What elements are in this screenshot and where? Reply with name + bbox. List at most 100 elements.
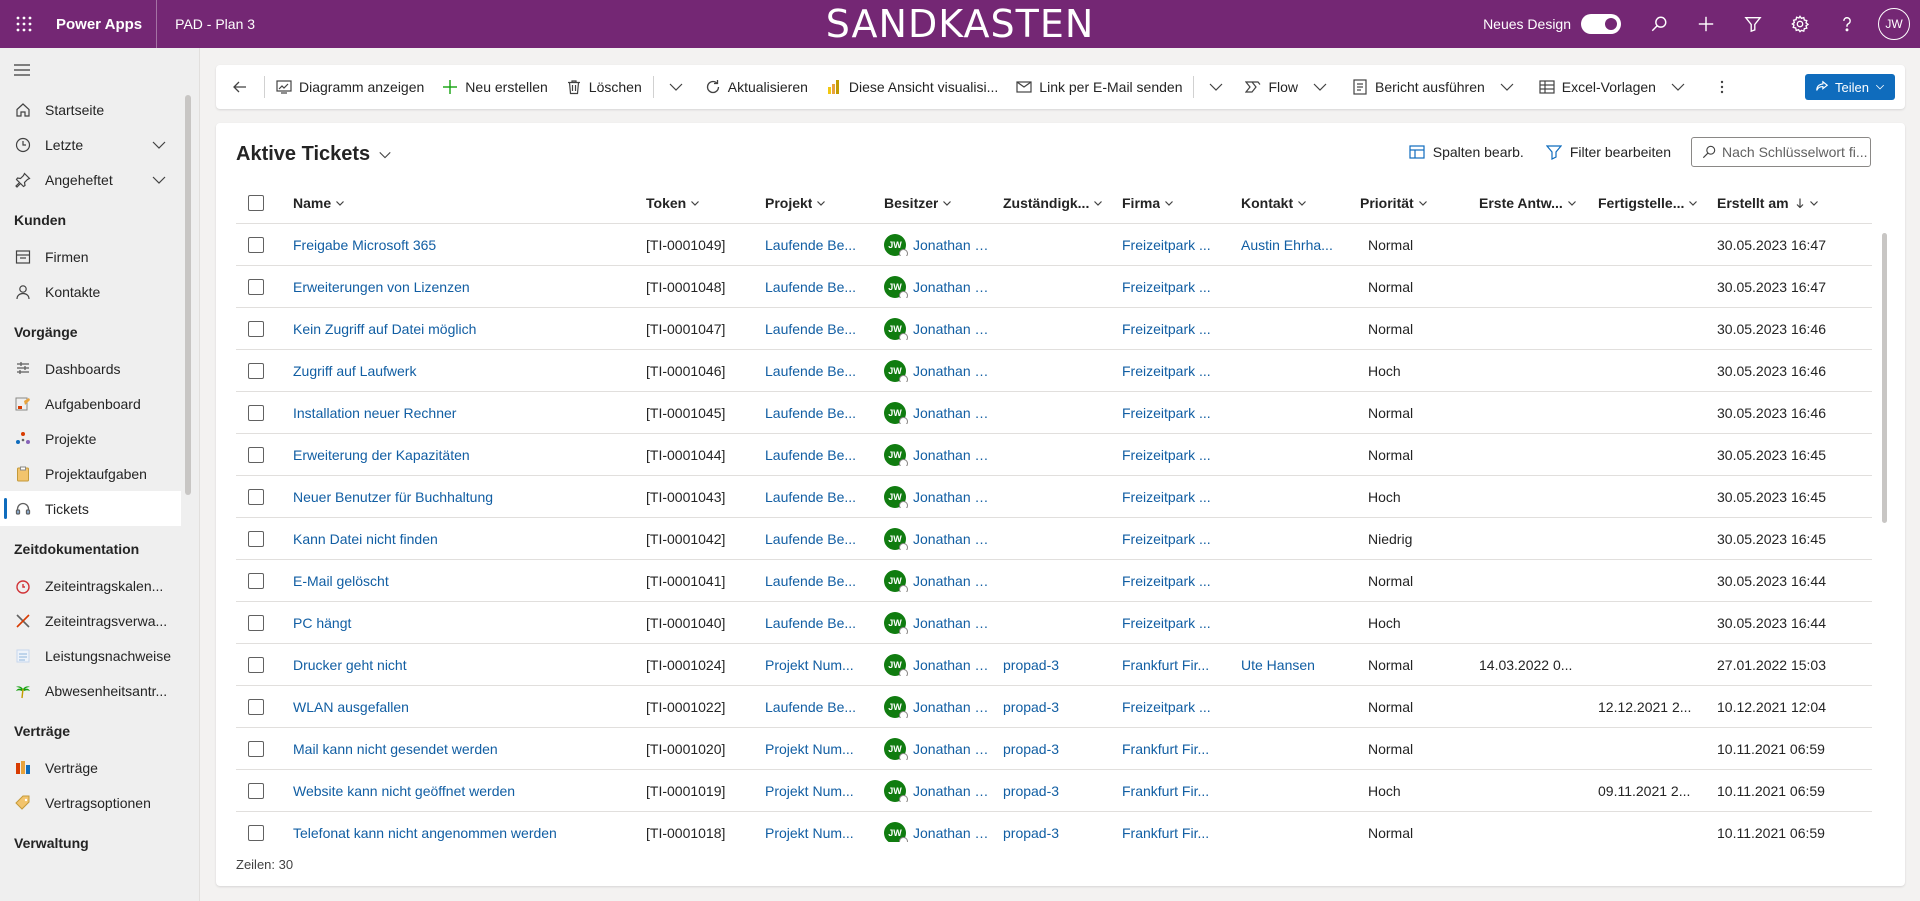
cell-name[interactable]: E-Mail gelöscht xyxy=(293,573,646,589)
row-checkbox[interactable] xyxy=(236,236,293,253)
row-checkbox[interactable] xyxy=(236,404,293,421)
cell-name[interactable]: Kein Zugriff auf Datei möglich xyxy=(293,321,646,337)
cell-name[interactable]: Erweiterungen von Lizenzen xyxy=(293,279,646,295)
filter-icon[interactable] xyxy=(1729,0,1776,48)
cell-kontakt[interactable]: Ute Hansen xyxy=(1241,657,1360,673)
cell-zust[interactable]: propad-3 xyxy=(1003,657,1122,673)
cell-projekt[interactable]: Laufende Be... xyxy=(765,363,884,379)
cell-projekt[interactable]: Projekt Num... xyxy=(765,657,884,673)
cell-name[interactable]: Freigabe Microsoft 365 xyxy=(293,237,646,253)
cell-firma[interactable]: Frankfurt Fir... xyxy=(1122,741,1241,757)
back-button[interactable] xyxy=(216,65,262,109)
gear-icon[interactable] xyxy=(1776,0,1823,48)
cell-name[interactable]: Mail kann nicht gesendet werden xyxy=(293,741,646,757)
column-header-zustaendigkeit[interactable]: Zuständigk... xyxy=(1003,195,1122,211)
cell-projekt[interactable]: Projekt Num... xyxy=(765,741,884,757)
cell-kontakt[interactable]: Austin Ehrha... xyxy=(1241,237,1360,253)
cell-owner[interactable]: JW Jonathan W... xyxy=(884,401,1003,424)
cell-name[interactable]: Kann Datei nicht finden xyxy=(293,531,646,547)
row-checkbox[interactable] xyxy=(236,572,293,589)
cell-owner[interactable]: JW Jonathan W... xyxy=(884,779,1003,802)
cell-projekt[interactable]: Projekt Num... xyxy=(765,783,884,799)
cell-firma[interactable]: Freizeitpark ... xyxy=(1122,573,1241,589)
app-name[interactable]: Power Apps xyxy=(48,0,158,48)
owner-link[interactable]: Jonathan W... xyxy=(913,741,995,757)
cell-projekt[interactable]: Laufende Be... xyxy=(765,237,884,253)
row-checkbox[interactable] xyxy=(236,782,293,799)
cell-projekt[interactable]: Laufende Be... xyxy=(765,489,884,505)
cell-projekt[interactable]: Laufende Be... xyxy=(765,573,884,589)
cell-name[interactable]: Zugriff auf Laufwerk xyxy=(293,363,646,379)
cell-name[interactable]: WLAN ausgefallen xyxy=(293,699,646,715)
chevron-down-icon[interactable] xyxy=(151,172,167,188)
chevron-down-icon[interactable] xyxy=(151,137,167,153)
excel-templates-button[interactable]: Excel-Vorlagen xyxy=(1530,65,1695,109)
column-header-erste-antwort[interactable]: Erste Antw... xyxy=(1479,195,1598,211)
cell-owner[interactable]: JW Jonathan W... xyxy=(884,653,1003,676)
cell-owner[interactable]: JW Jonathan W... xyxy=(884,695,1003,718)
row-checkbox[interactable] xyxy=(236,278,293,295)
table-row[interactable]: Kann Datei nicht finden [TI-0001042] Laufe… xyxy=(236,518,1872,560)
row-checkbox[interactable] xyxy=(236,320,293,337)
cell-firma[interactable]: Freizeitpark ... xyxy=(1122,405,1241,421)
cell-projekt[interactable]: Laufende Be... xyxy=(765,699,884,715)
sidebar-item-leistungsnachweise[interactable]: Leistungsnachweise xyxy=(0,638,199,673)
view-selector[interactable]: Aktive Tickets xyxy=(236,143,392,166)
cell-owner[interactable]: JW Jonathan W... xyxy=(884,233,1003,256)
table-row[interactable]: Installation neuer Rechner [TI-0001045] La… xyxy=(236,392,1872,434)
owner-link[interactable]: Jonathan W... xyxy=(913,363,995,379)
table-row[interactable]: Kein Zugriff auf Datei möglich [TI-000104… xyxy=(236,308,1872,350)
cell-zust[interactable]: propad-3 xyxy=(1003,825,1122,841)
more-actions-dropdown[interactable] xyxy=(656,65,696,109)
column-header-fertigstellen[interactable]: Fertigstelle... xyxy=(1598,195,1717,211)
run-report-button[interactable]: Bericht ausführen xyxy=(1343,65,1524,109)
table-row[interactable]: E-Mail gelöscht [TI-0001041] Laufende Be..… xyxy=(236,560,1872,602)
column-header-token[interactable]: Token xyxy=(646,195,765,211)
cell-owner[interactable]: JW Jonathan W... xyxy=(884,443,1003,466)
owner-link[interactable]: Jonathan W... xyxy=(913,699,995,715)
cell-owner[interactable]: JW Jonathan W... xyxy=(884,275,1003,298)
search-icon[interactable] xyxy=(1635,0,1682,48)
cell-owner[interactable]: JW Jonathan W... xyxy=(884,821,1003,842)
new-design-toggle[interactable] xyxy=(1581,14,1621,34)
sidebar-item-letzte[interactable]: Letzte xyxy=(0,127,199,162)
row-checkbox[interactable] xyxy=(236,740,293,757)
more-commands-button[interactable] xyxy=(1705,65,1739,109)
sidebar-item-firmen[interactable]: Firmen xyxy=(0,239,199,274)
share-button[interactable]: Teilen xyxy=(1805,74,1895,100)
table-row[interactable]: Freigabe Microsoft 365 [TI-0001049] Laufen… xyxy=(236,224,1872,266)
sidebar-item-vertragsoptionen[interactable]: Vertragsoptionen xyxy=(0,785,199,820)
cell-name[interactable]: Erweiterung der Kapazitäten xyxy=(293,447,646,463)
cell-firma[interactable]: Freizeitpark ... xyxy=(1122,447,1241,463)
row-checkbox[interactable] xyxy=(236,362,293,379)
cell-name[interactable]: Installation neuer Rechner xyxy=(293,405,646,421)
add-icon[interactable] xyxy=(1682,0,1729,48)
sidebar-item-projektaufgaben[interactable]: Projektaufgaben xyxy=(0,456,199,491)
cell-owner[interactable]: JW Jonathan W... xyxy=(884,527,1003,550)
owner-link[interactable]: Jonathan W... xyxy=(913,825,995,841)
owner-link[interactable]: Jonathan W... xyxy=(913,405,995,421)
cell-owner[interactable]: JW Jonathan W... xyxy=(884,569,1003,592)
email-dropdown[interactable] xyxy=(1196,65,1236,109)
cell-owner[interactable]: JW Jonathan W... xyxy=(884,317,1003,340)
cell-firma[interactable]: Frankfurt Fir... xyxy=(1122,783,1241,799)
cell-firma[interactable]: Freizeitpark ... xyxy=(1122,321,1241,337)
table-row[interactable]: Telefonat kann nicht angenommen werden [T… xyxy=(236,812,1872,842)
select-all-checkbox[interactable] xyxy=(236,195,293,211)
visualize-view-button[interactable]: Diese Ansicht visualisi... xyxy=(817,65,1007,109)
row-checkbox[interactable] xyxy=(236,446,293,463)
cell-name[interactable]: Neuer Benutzer für Buchhaltung xyxy=(293,489,646,505)
sidebar-item-dashboards[interactable]: Dashboards xyxy=(0,351,199,386)
row-checkbox[interactable] xyxy=(236,614,293,631)
cell-projekt[interactable]: Projekt Num... xyxy=(765,825,884,841)
sidebar-item-aufgabenboard[interactable]: Aufgabenboard xyxy=(0,386,199,421)
cell-firma[interactable]: Freizeitpark ... xyxy=(1122,489,1241,505)
edit-filters-button[interactable]: Filter bearbeiten xyxy=(1545,144,1671,160)
row-checkbox[interactable] xyxy=(236,488,293,505)
flow-button[interactable]: Flow xyxy=(1236,65,1337,109)
row-checkbox[interactable] xyxy=(236,698,293,715)
cell-owner[interactable]: JW Jonathan W... xyxy=(884,359,1003,382)
sidebar-item-vertraege[interactable]: Verträge xyxy=(0,750,199,785)
column-header-erstellt-am[interactable]: Erstellt am xyxy=(1717,195,1853,211)
cell-name[interactable]: Website kann nicht geöffnet werden xyxy=(293,783,646,799)
